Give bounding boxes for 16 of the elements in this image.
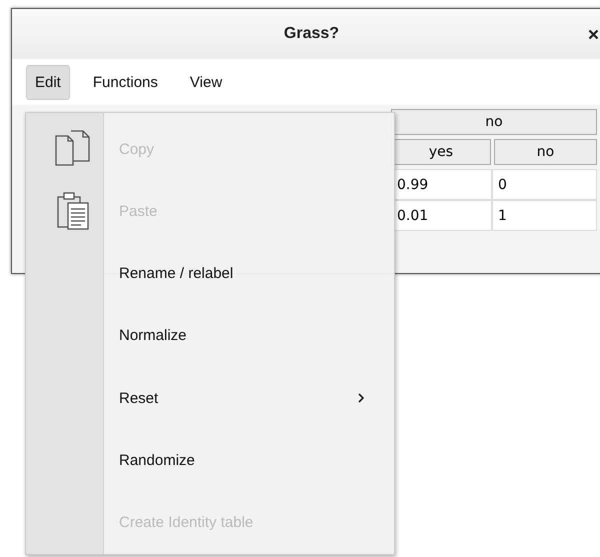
menu-bar-item[interactable]: View — [180, 64, 232, 100]
column-header: no — [494, 139, 597, 165]
menu-item[interactable]: Reset — [26, 367, 394, 430]
table-cell: 1 — [492, 200, 597, 231]
menu-bar-item[interactable]: Functions — [84, 64, 167, 100]
documents-icon — [54, 130, 92, 168]
window-title: Grass? — [284, 25, 340, 43]
menu-item[interactable]: Randomize — [26, 429, 394, 492]
menu-item[interactable]: Rename / relabel — [26, 242, 394, 305]
menu-item[interactable]: Normalize — [26, 304, 394, 368]
column-group-header: no — [391, 109, 597, 135]
close-icon — [588, 29, 599, 40]
close-button[interactable] — [586, 27, 600, 42]
clipboard-icon — [56, 191, 90, 232]
menu-bar-item[interactable]: Edit — [26, 64, 70, 100]
table-cell: 0 — [492, 169, 597, 200]
